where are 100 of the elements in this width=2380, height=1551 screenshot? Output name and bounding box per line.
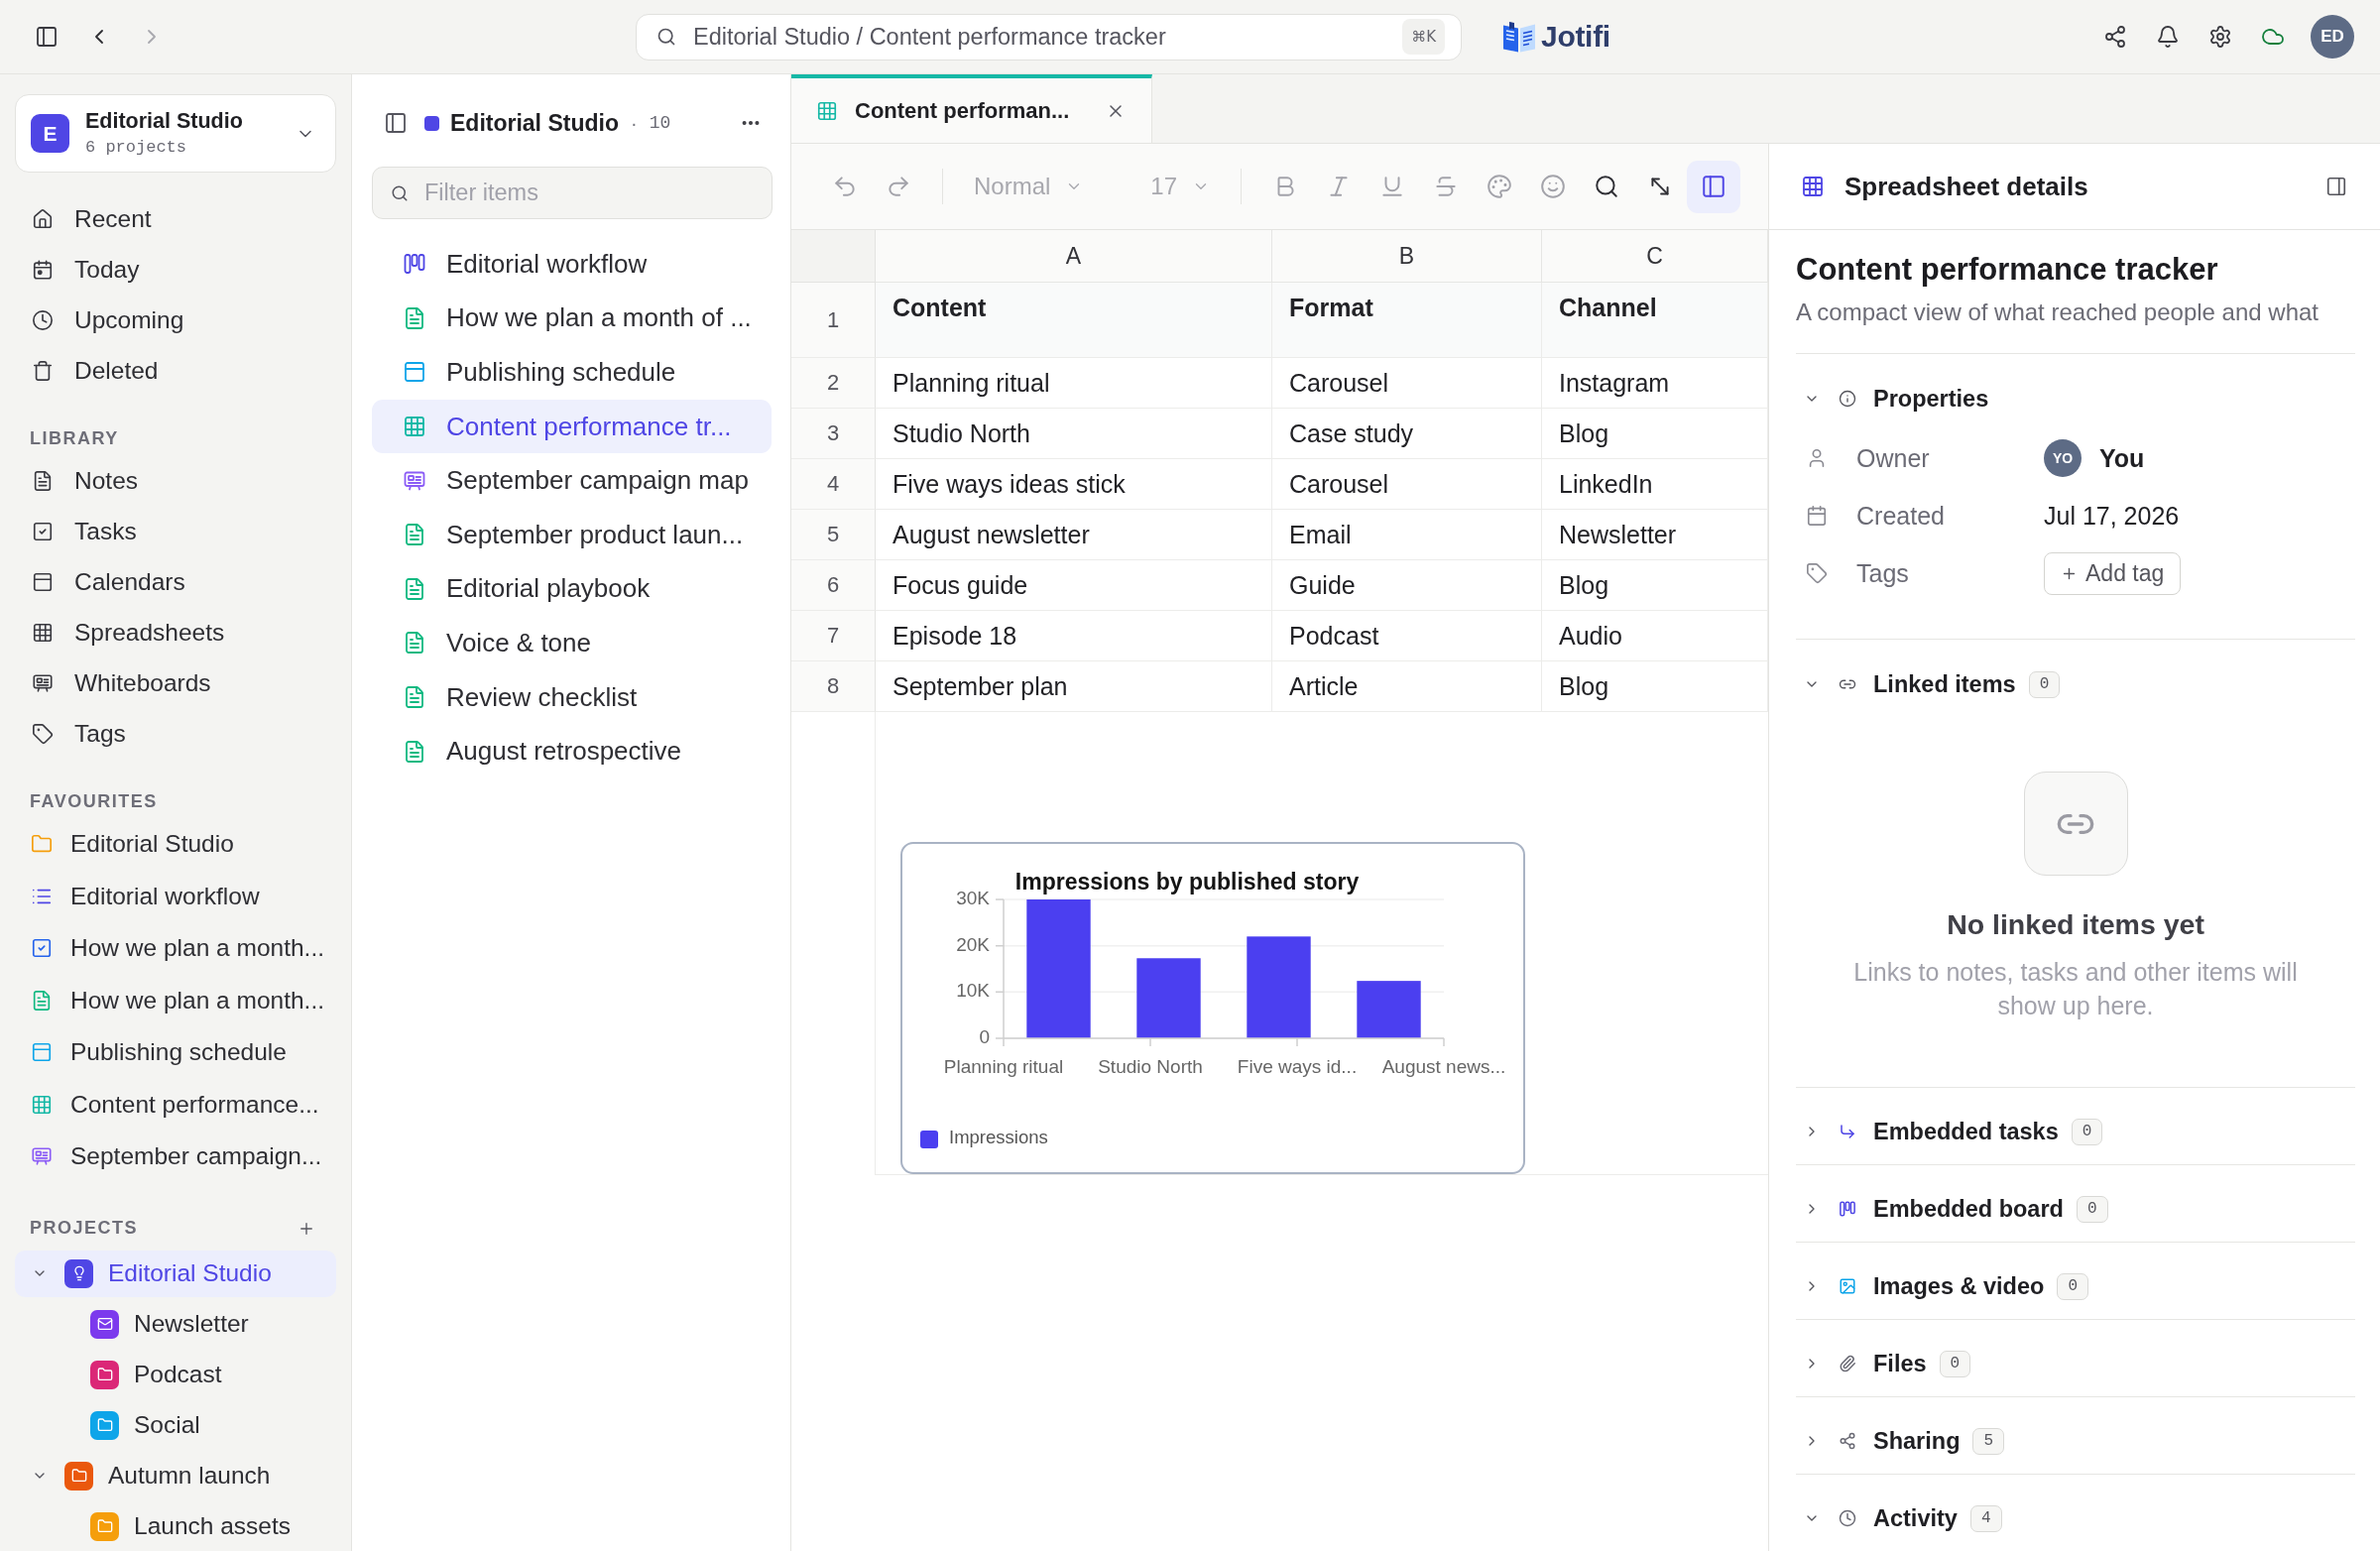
table-header-cell: Content [876,283,1272,358]
search-icon [656,27,676,47]
trash-icon [32,359,54,382]
project-item[interactable]: Editorial Studio [15,1250,336,1297]
bell-icon[interactable] [2156,25,2180,49]
table-cell: Carousel [1272,459,1542,510]
collection-title: Editorial Studio [450,109,619,137]
share-icon[interactable] [2103,25,2127,49]
settings-icon[interactable] [2208,25,2232,49]
info-icon [1839,390,1856,408]
checkbox-icon [32,520,54,542]
document-item[interactable]: Publishing schedule [372,345,772,400]
search-icon [391,183,409,202]
favourite-item[interactable]: Editorial workflow [15,870,336,922]
nav-item[interactable]: Whiteboards [15,657,336,708]
y-axis-label: 0 [979,1026,990,1047]
sidebar-button[interactable] [1687,160,1741,213]
owner-avatar: YO [2044,439,2082,477]
table-cell: Guide [1272,560,1542,611]
panel-toggle-icon[interactable] [2325,176,2347,197]
document-item[interactable]: Content performance tr... [372,399,772,454]
section-title[interactable]: Sharing [1873,1427,1961,1455]
nav-item[interactable]: Today [15,244,336,295]
project-item[interactable]: Social [15,1401,336,1449]
project-item[interactable]: Launch assets [15,1502,336,1550]
table-cell: Five ways ideas stick [876,459,1272,510]
document-icon [403,631,426,656]
table-cell: Focus guide [876,560,1272,611]
document-item[interactable]: Voice & tone [372,616,772,670]
section-title[interactable]: Activity [1873,1504,1958,1532]
workspace-switcher[interactable]: E Editorial Studio 6 projects [15,94,336,173]
document-item[interactable]: Editorial playbook [372,561,772,617]
workspace-name: Editorial Studio [85,109,244,134]
document-item[interactable]: Review checklist [372,669,772,725]
nav-item[interactable]: Tasks [15,506,336,556]
sidebar-toggle-icon[interactable] [35,25,59,49]
kanban-icon [403,252,426,277]
filter-field[interactable]: Filter items [372,167,773,219]
document-item[interactable]: August retrospective [372,724,772,778]
project-item[interactable]: Podcast [15,1351,336,1398]
favourite-item[interactable]: How we plan a month... [15,974,336,1026]
property-value: You [2099,443,2145,473]
column-header[interactable]: A [876,230,1272,283]
document-icon [403,685,426,710]
grid-icon [403,415,426,439]
user-avatar[interactable]: ED [2311,15,2354,59]
keyboard-shortcut: ⌘K [1402,19,1445,55]
document-icon [403,576,426,601]
favourite-item[interactable]: How we plan a month... [15,922,336,975]
document-item[interactable]: Editorial workflow [372,237,772,292]
tag-icon [32,722,54,745]
table-cell: Studio North [876,409,1272,459]
image-icon [1839,1277,1856,1295]
grid-icon [31,1093,53,1116]
nav-item[interactable]: Calendars [15,556,336,607]
document-item[interactable]: September campaign map [372,453,772,508]
calendar-icon [403,360,426,385]
title-separator: · [630,111,638,135]
y-axis-label: 10K [956,980,990,1002]
project-item[interactable]: Newsletter [15,1300,336,1348]
document-description: A compact view of what reached people and what [1796,298,2320,327]
project-item[interactable]: Autumn launch [15,1452,336,1499]
section-title: Linked items [1873,670,2016,698]
item-count: 0 [2057,1272,2088,1300]
favourite-item[interactable]: September campaign... [15,1131,336,1183]
nav-item[interactable]: Upcoming [15,295,336,345]
nav-item[interactable]: Spreadsheets [15,607,336,657]
nav-item[interactable]: Deleted [15,345,336,396]
nav-item[interactable]: Recent [15,193,336,244]
empty-state-text: Links to notes, tasks and other items will show up here. [1852,957,2299,1021]
table-cell: Audio [1542,611,1768,661]
section-title[interactable]: Files [1873,1350,1927,1377]
item-count: 10 [649,113,671,133]
add-tag-button[interactable]: Add tag [2044,551,2182,595]
table-cell: Carousel [1272,358,1542,409]
nav-item[interactable]: Notes [15,455,336,506]
document-item[interactable]: September product laun... [372,507,772,562]
section-title[interactable]: Embedded board [1873,1195,2064,1223]
item-count: 5 [1972,1427,2005,1455]
favourite-item[interactable]: Editorial Studio [15,818,336,871]
y-axis-label: 20K [956,933,990,955]
table-cell: Instagram [1542,358,1768,409]
section-title[interactable]: Images & video [1873,1272,2045,1300]
document-item[interactable]: How we plan a month of ... [372,291,772,346]
document-icon [403,305,426,330]
table-cell: LinkedIn [1542,459,1768,510]
sidebar-toggle-icon[interactable] [384,111,408,135]
legend-swatch-icon [920,1131,938,1148]
link-icon [2023,772,2128,876]
column-header[interactable]: C [1542,230,1768,283]
empty-state-title: No linked items yet [1947,907,2204,942]
section-title[interactable]: Embedded tasks [1873,1118,2059,1145]
document-tab[interactable]: Content performan... [791,74,1152,143]
favourite-item[interactable]: Content performance... [15,1078,336,1131]
table-cell: Email [1272,510,1542,560]
column-header[interactable]: B [1272,230,1542,283]
nav-item[interactable]: Tags [15,708,336,759]
whiteboard-icon [31,1145,53,1168]
row-number: 4 [791,459,876,510]
favourite-item[interactable]: Publishing schedule [15,1026,336,1079]
